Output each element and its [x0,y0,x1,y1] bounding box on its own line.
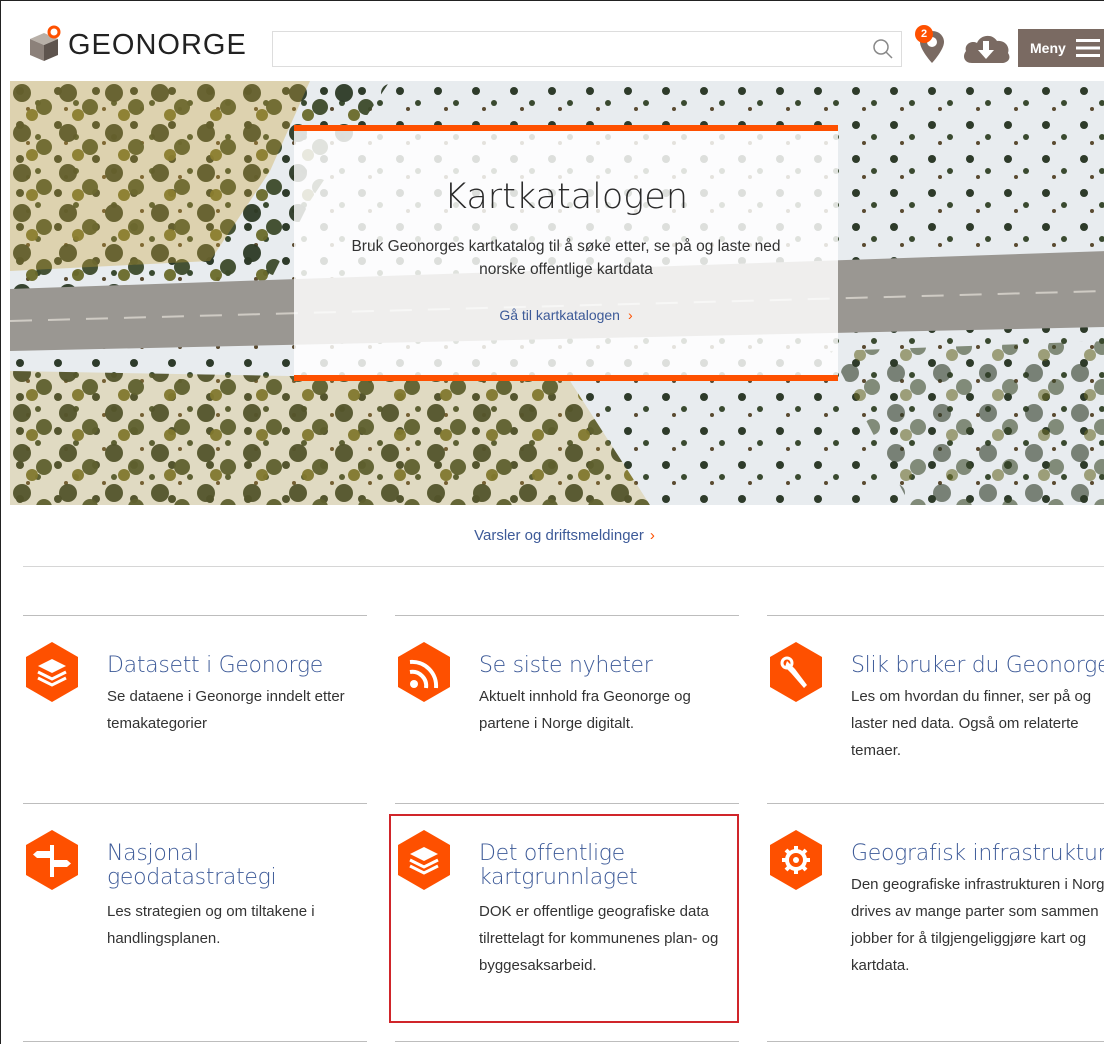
map-count-badge: 2 [915,25,933,43]
tile-description: Den geografiske infrastrukturen i Norge … [851,876,1104,974]
menu-button[interactable]: Meny [1018,29,1104,67]
gear-icon [770,830,822,890]
tile-title[interactable]: Geografisk infrastruktur [851,842,1104,866]
hero-subtitle: Bruk Geonorges kartkatalog til å søke et… [351,238,781,278]
alerts-bar: Varsler og driftsmeldinger › [23,507,1104,567]
page-frame: GEONORGE 2 Meny Kartkatalogen Bruk Geono… [0,0,1104,1044]
signpost-icon [26,830,78,890]
tile-divider [767,1041,1104,1042]
site-header: GEONORGE 2 Meny [10,1,1104,89]
chevron-right-icon: › [649,527,655,544]
tile-title[interactable]: Nasjonal geodatastrategi [107,842,369,890]
wrench-icon [770,642,822,702]
tile-title[interactable]: Se siste nyheter [479,654,741,678]
search-input[interactable] [272,31,902,67]
download-cloud-icon[interactable] [960,31,1012,65]
logo-text: GEONORGE [68,29,247,61]
tile-divider [23,1041,367,1042]
chevron-right-icon: › [627,307,633,323]
tile-slik-bruker[interactable]: Slik bruker du Geonorge Les om hvordan d… [767,615,1104,806]
tile-datasett[interactable]: Datasett i Geonorge Se dataene i Geonorg… [23,615,367,806]
tile-description: Se dataene i Geonorge inndelt etter tema… [107,688,345,732]
tile-description: Les strategien og om tiltakene i handlin… [107,903,315,947]
logo-cube-icon [30,25,61,61]
tile-title[interactable]: Datasett i Geonorge [107,654,369,678]
highlight-box [389,814,739,1023]
hero-card: Kartkatalogen Bruk Geonorges kartkatalog… [294,125,838,381]
tile-description: Les om hvordan du finner, ser på og last… [851,688,1092,759]
search-icon[interactable] [871,37,895,61]
tile-title[interactable]: Slik bruker du Geonorge [851,654,1104,678]
hero-banner: Kartkatalogen Bruk Geonorges kartkatalog… [10,81,1104,505]
tile-infrastruktur[interactable]: Geografisk infrastruktur Den geografiske… [767,803,1104,1024]
hamburger-icon [1076,39,1100,57]
tile-geodatastrategi[interactable]: Nasjonal geodatastrategi Les strategien … [23,803,367,1024]
tile-description: Aktuelt innhold fra Geonorge og partene … [479,688,691,732]
alerts-link-label: Varsler og driftsmeldinger [474,527,644,544]
tile-divider [395,1041,739,1042]
menu-label: Meny [1030,40,1066,56]
hero-title: Kartkatalogen [443,177,689,217]
rss-icon [398,642,450,702]
kartkatalog-link[interactable]: Gå til kartkatalogen › [294,307,838,323]
geonorge-logo[interactable]: GEONORGE [20,23,246,67]
layers-icon [26,642,78,702]
tile-nyheter[interactable]: Se siste nyheter Aktuelt innhold fra Geo… [395,615,739,806]
kartkatalog-link-label: Gå til kartkatalogen [499,307,620,323]
alerts-link[interactable]: Varsler og driftsmeldinger › [474,527,655,544]
